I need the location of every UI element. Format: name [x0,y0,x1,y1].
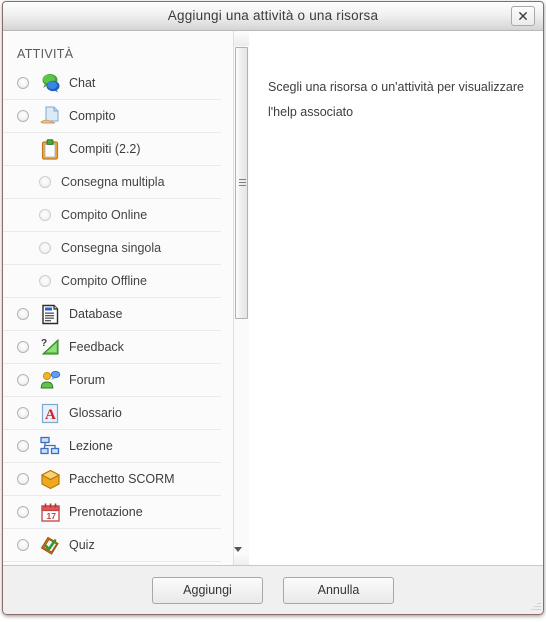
svg-text:17: 17 [46,511,56,521]
list-item-quiz[interactable]: Quiz [3,529,221,562]
dialog-title: Aggiungi una attività o una risorsa [167,8,379,23]
radio-consegna-multipla[interactable] [39,176,51,188]
radio-consegna-singola[interactable] [39,242,51,254]
chat-icon [39,72,61,94]
radio-glossario[interactable] [17,407,29,419]
calendar-icon: 17 [39,501,61,523]
list-item-prenotazione[interactable]: 17 Prenotazione [3,496,221,529]
list-item-label: Lezione [69,439,113,453]
lesson-icon [39,435,61,457]
radio-quiz[interactable] [17,539,29,551]
forum-icon [39,369,61,391]
activity-list-pane: ATTIVITÀ Chat Compito Compiti (2.2) Cons… [3,31,233,567]
radio-compito[interactable] [17,110,29,122]
svg-text:A: A [45,407,56,423]
list-item-consegna-singola[interactable]: Consegna singola [3,232,221,265]
help-pane: Scegli una risorsa o un'attività per vis… [250,31,543,567]
list-item-forum[interactable]: Forum [3,364,221,397]
list-item-compito[interactable]: Compito [3,100,221,133]
list-item-label: Glossario [69,406,122,420]
list-item-chat[interactable]: Chat [3,67,221,100]
scorm-icon [39,468,61,490]
list-item-label: Forum [69,373,106,387]
list-item-label: Chat [69,76,96,90]
list-item-database[interactable]: Database [3,298,221,331]
list-item-compito-offline[interactable]: Compito Offline [3,265,221,298]
dialog-body: ATTIVITÀ Chat Compito Compiti (2.2) Cons… [3,31,543,569]
list-item-pacchetto-scorm[interactable]: Pacchetto SCORM [3,463,221,496]
scroll-up-button[interactable] [234,31,249,53]
database-icon [39,303,61,325]
list-item-label: Consegna multipla [61,175,165,189]
section-heading-attivita: ATTIVITÀ [17,47,74,61]
list-item-label: Compiti (2.2) [69,142,141,156]
list-item-label: Database [69,307,123,321]
quiz-icon [39,534,61,556]
help-line-1: Scegli una risorsa o un'attività per vis… [268,80,524,94]
list-item-label: Compito [69,109,116,123]
add-activity-dialog: Aggiungi una attività o una risorsa ATTI… [2,1,544,615]
list-group-header-compiti: Compiti (2.2) [3,133,221,166]
list-item-lezione[interactable]: Lezione [3,430,221,463]
title-bar: Aggiungi una attività o una risorsa [3,2,543,31]
radio-feedback[interactable] [17,341,29,353]
resize-grip-icon[interactable] [528,599,541,612]
radio-lezione[interactable] [17,440,29,452]
list-item-consegna-multipla[interactable]: Consegna multipla [3,166,221,199]
activity-list-scrollbar[interactable] [233,31,249,569]
list-item-label: Consegna singola [61,241,162,255]
close-button[interactable] [511,6,535,26]
list-item-glossario[interactable]: A Glossario [3,397,221,430]
radio-compito-online[interactable] [39,209,51,221]
list-item-label: Prenotazione [69,505,143,519]
glossary-icon: A [39,402,61,424]
radio-pacchetto-scorm[interactable] [17,473,29,485]
close-icon [512,10,534,22]
clipboard-icon [39,138,61,160]
list-item-compito-online[interactable]: Compito Online [3,199,221,232]
radio-prenotazione[interactable] [17,506,29,518]
scrollbar-grip-icon [239,179,246,187]
list-item-label: Compito Offline [61,274,147,288]
radio-chat[interactable] [17,77,29,89]
list-item-feedback[interactable]: ? Feedback [3,331,221,364]
scrollbar-thumb[interactable] [235,47,248,319]
cancel-button[interactable]: Annulla [283,576,394,604]
svg-text:?: ? [41,338,47,349]
dialog-footer: Aggiungi Annulla [3,565,543,614]
add-button[interactable]: Aggiungi [152,576,263,604]
help-line-2: l'help associato [268,105,354,119]
list-item-label: Pacchetto SCORM [69,472,175,486]
radio-database[interactable] [17,308,29,320]
list-item-label: Feedback [69,340,124,354]
list-item-label: Compito Online [61,208,148,222]
radio-compito-offline[interactable] [39,275,51,287]
list-item-label: Quiz [69,538,95,552]
assignment-icon [39,105,61,127]
radio-forum[interactable] [17,374,29,386]
feedback-icon: ? [39,336,61,358]
